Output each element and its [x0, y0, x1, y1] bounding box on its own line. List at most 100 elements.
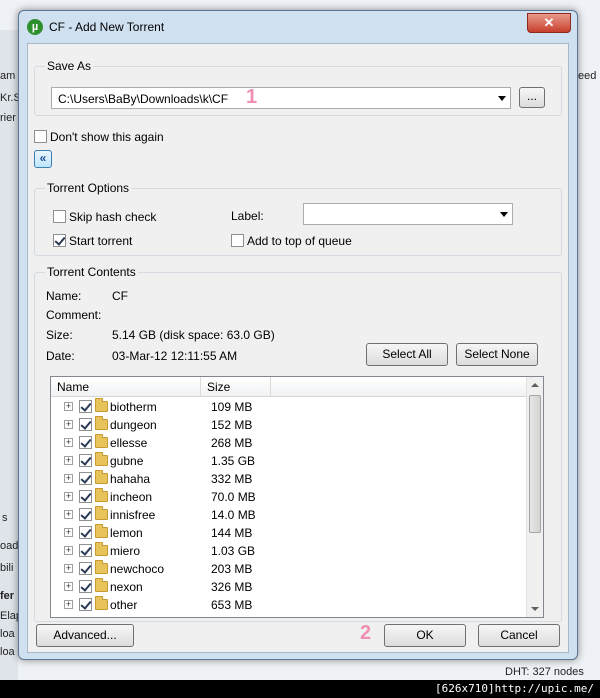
size-column-header[interactable]: Size [201, 377, 271, 397]
save-as-group: Save As C:\Users\BaBy\Downloads\k\CF ... [34, 59, 562, 116]
start-torrent-checkbox[interactable] [53, 234, 66, 247]
cancel-button[interactable]: Cancel [478, 624, 560, 647]
expand-plus-icon[interactable]: + [64, 402, 73, 411]
file-row[interactable]: + nexon 326 MB [51, 578, 527, 596]
file-size: 70.0 MB [211, 490, 256, 504]
file-size: 653 MB [211, 598, 253, 612]
expand-plus-icon[interactable]: + [64, 546, 73, 555]
vertical-scrollbar[interactable] [526, 377, 543, 617]
file-checkbox[interactable] [79, 454, 92, 467]
expand-plus-icon[interactable]: + [64, 438, 73, 447]
expand-plus-icon[interactable]: + [64, 420, 73, 429]
expand-plus-icon[interactable]: + [64, 510, 73, 519]
file-checkbox[interactable] [79, 508, 92, 521]
skip-hash-check-checkbox[interactable] [53, 210, 66, 223]
file-row[interactable]: + other 653 MB [51, 596, 527, 614]
file-checkbox[interactable] [79, 436, 92, 449]
expand-plus-icon[interactable]: + [64, 474, 73, 483]
file-row[interactable]: + miero 1.03 GB [51, 542, 527, 560]
background-text: loa [0, 628, 15, 640]
torrent-contents-group-label: Torrent Contents [45, 265, 138, 279]
file-checkbox[interactable] [79, 526, 92, 539]
label-caption: Label: [231, 209, 264, 223]
folder-icon [95, 578, 108, 592]
background-left-panel [0, 30, 18, 680]
background-text: rier [0, 112, 16, 124]
file-checkbox[interactable] [79, 472, 92, 485]
dont-show-again-checkbox[interactable] [34, 130, 47, 143]
expand-plus-icon[interactable]: + [64, 492, 73, 501]
file-checkbox[interactable] [79, 562, 92, 575]
folder-icon [95, 560, 108, 574]
file-name: lemon [110, 526, 143, 540]
save-path-combobox[interactable]: C:\Users\BaBy\Downloads\k\CF [51, 87, 511, 109]
save-as-group-label: Save As [45, 59, 94, 73]
add-to-top-of-queue-checkbox[interactable] [231, 234, 244, 247]
label-combobox[interactable] [303, 203, 513, 225]
browse-button[interactable]: ... [519, 87, 545, 108]
file-row[interactable]: + ellesse 268 MB [51, 434, 527, 452]
date-label: Date: [46, 349, 75, 363]
file-name: innisfree [110, 508, 156, 522]
file-row[interactable]: + incheon 70.0 MB [51, 488, 527, 506]
file-row[interactable]: + hahaha 332 MB [51, 470, 527, 488]
expand-plus-icon[interactable]: + [64, 528, 73, 537]
image-watermark: [626x710]http://upic.me/ [0, 680, 600, 698]
expand-plus-icon[interactable]: + [64, 564, 73, 573]
expand-plus-icon[interactable]: + [64, 582, 73, 591]
name-label: Name: [46, 289, 82, 303]
folder-icon [95, 596, 108, 610]
file-name: ellesse [110, 436, 148, 450]
dropdown-arrow-icon[interactable] [500, 212, 508, 217]
background-text: oad [0, 540, 19, 552]
file-name: nexon [110, 580, 143, 594]
folder-icon [95, 542, 108, 556]
background-text: s [2, 512, 8, 524]
scrollbar-thumb[interactable] [529, 395, 541, 533]
file-checkbox[interactable] [79, 418, 92, 431]
file-checkbox[interactable] [79, 400, 92, 413]
dialog-title: CF - Add New Torrent [49, 20, 165, 34]
file-checkbox[interactable] [79, 580, 92, 593]
file-row[interactable]: + innisfree 14.0 MB [51, 506, 527, 524]
scroll-down-arrow-icon[interactable] [531, 607, 539, 611]
name-column-header[interactable]: Name [51, 377, 201, 397]
select-none-button[interactable]: Select None [456, 343, 538, 366]
file-tree-list[interactable]: Name Size + biotherm 109 MB + dungeon 152 MB +… [50, 376, 544, 618]
file-name: incheon [110, 490, 153, 504]
file-checkbox[interactable] [79, 490, 92, 503]
skip-hash-check-label: Skip hash check [69, 210, 157, 224]
annotation-marker-2: 2 [360, 622, 372, 644]
collapse-options-button[interactable]: « [34, 150, 52, 168]
file-checkbox[interactable] [79, 544, 92, 557]
file-row[interactable]: + newchoco 203 MB [51, 560, 527, 578]
file-name: newchoco [110, 562, 165, 576]
torrent-options-group-label: Torrent Options [45, 181, 132, 195]
select-all-button[interactable]: Select All [366, 343, 448, 366]
ok-button[interactable]: OK [384, 624, 466, 647]
file-row[interactable]: + biotherm 109 MB [51, 398, 527, 416]
close-button[interactable]: ✕ [527, 13, 571, 33]
file-row[interactable]: + dungeon 152 MB [51, 416, 527, 434]
background-text: loa [0, 646, 15, 658]
torrent-options-group: Torrent Options Skip hash check Start to… [34, 181, 562, 256]
advanced-button[interactable]: Advanced... [36, 624, 134, 647]
file-row[interactable]: + gubne 1.35 GB [51, 452, 527, 470]
file-size: 14.0 MB [211, 508, 256, 522]
file-name: biotherm [110, 400, 157, 414]
background-status-text: DHT: 327 nodes [505, 666, 584, 678]
file-size: 109 MB [211, 400, 253, 414]
title-bar[interactable]: µ CF - Add New Torrent ✕ [19, 11, 577, 43]
file-row[interactable]: + lemon 144 MB [51, 524, 527, 542]
folder-icon [95, 434, 108, 448]
dropdown-arrow-icon[interactable] [498, 96, 506, 101]
scroll-up-arrow-icon[interactable] [531, 383, 539, 387]
folder-icon [95, 416, 108, 430]
folder-icon [95, 506, 108, 520]
file-checkbox[interactable] [79, 598, 92, 611]
expand-plus-icon[interactable]: + [64, 456, 73, 465]
date-value: 03-Mar-12 12:11:55 AM [112, 349, 238, 363]
file-size: 326 MB [211, 580, 253, 594]
expand-plus-icon[interactable]: + [64, 600, 73, 609]
torrent-name-value: CF [112, 289, 128, 303]
